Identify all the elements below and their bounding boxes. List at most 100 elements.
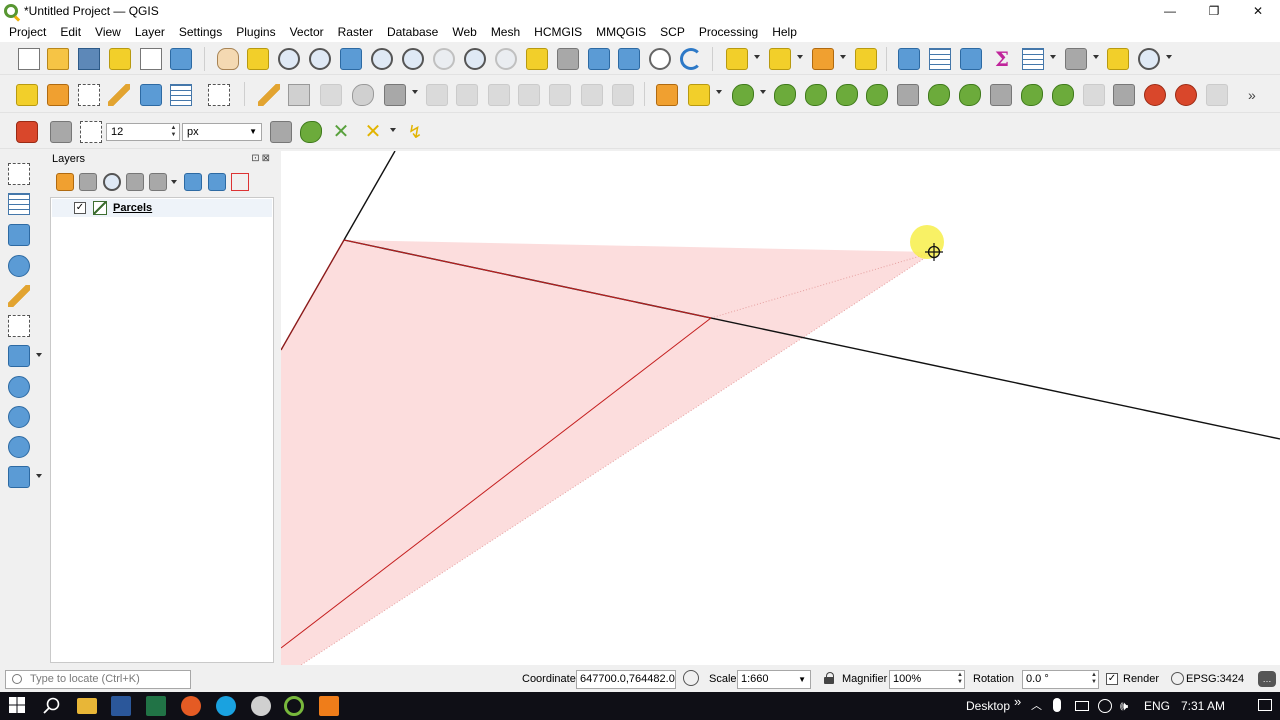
messages-icon[interactable]: … [1258, 671, 1276, 687]
search-icon[interactable] [42, 696, 62, 716]
zoom-full-icon[interactable] [340, 48, 362, 70]
new-geopackage-layer-icon[interactable] [170, 84, 192, 106]
lock-scale-icon[interactable] [824, 672, 834, 685]
add-vector-layer-icon[interactable] [8, 163, 30, 185]
attribute-table-icon[interactable] [929, 48, 951, 70]
chevron-down-icon[interactable] [390, 128, 396, 132]
chevron-down-icon[interactable] [171, 180, 177, 184]
select-by-value-icon[interactable] [769, 48, 791, 70]
new-spatialite-layer-icon[interactable] [108, 84, 130, 106]
new-vector-layer-icon[interactable] [78, 84, 100, 106]
redo-icon[interactable] [612, 84, 634, 106]
app-icon[interactable] [251, 696, 271, 716]
magnet-snapping-icon[interactable] [16, 121, 38, 143]
zoom-last-icon[interactable] [464, 48, 486, 70]
copy-features-icon[interactable] [518, 84, 540, 106]
digitize-new-layer-icon[interactable] [208, 84, 230, 106]
battery-icon[interactable] [1075, 701, 1089, 711]
chevron-up-icon[interactable]: ︿ [1031, 692, 1042, 720]
remove-layer-icon[interactable] [231, 173, 249, 191]
layer-row-parcels[interactable]: ✓ Parcels [52, 199, 272, 217]
menu-view[interactable]: View [88, 23, 128, 41]
add-ring-icon[interactable] [836, 84, 858, 106]
locator-icon[interactable] [1138, 48, 1160, 70]
merge-features-icon[interactable] [1113, 84, 1135, 106]
enable-tracing-icon[interactable]: ✕ [362, 121, 384, 143]
snapping-units-select[interactable]: px ▼ [182, 123, 262, 141]
chevron-down-icon[interactable] [716, 90, 722, 94]
scale-combobox[interactable]: 1:660 ▼ [737, 670, 811, 689]
zoom-to-selection-icon[interactable] [371, 48, 393, 70]
new-bookmark-icon[interactable] [588, 48, 610, 70]
toggle-extents-icon[interactable] [683, 670, 699, 686]
merge-attributes-icon[interactable] [1144, 84, 1166, 106]
language-indicator[interactable]: ENG [1144, 692, 1170, 720]
select-features-icon[interactable] [726, 48, 748, 70]
split-parts-icon[interactable] [1083, 84, 1105, 106]
toolbar-overflow-icon[interactable]: » [1248, 84, 1270, 106]
open-layer-styling-icon[interactable] [56, 173, 74, 191]
spin-arrows-icon[interactable]: ▲ ▼ [169, 125, 178, 139]
open-field-calculator-icon[interactable] [1022, 48, 1044, 70]
add-wms-layer-icon[interactable] [8, 376, 30, 398]
delete-selected-icon[interactable] [456, 84, 478, 106]
windows-start-icon[interactable] [8, 696, 28, 716]
open-project-icon[interactable] [47, 48, 69, 70]
style-manager-icon[interactable] [170, 48, 192, 70]
toggle-editing-icon[interactable] [288, 84, 310, 106]
excel-icon[interactable] [146, 696, 166, 716]
filter-legend-icon[interactable] [126, 173, 144, 191]
current-edits-icon[interactable] [258, 84, 280, 106]
chevron-down-icon[interactable] [412, 90, 418, 94]
minimize-button[interactable]: — [1148, 0, 1192, 22]
notifications-icon[interactable] [1258, 699, 1272, 711]
qgis-taskbar-icon[interactable] [284, 696, 304, 716]
shape-digitizing-icon[interactable] [688, 84, 710, 106]
menu-vector[interactable]: Vector [283, 23, 331, 41]
microphone-icon[interactable] [1053, 698, 1061, 712]
add-circle-icon[interactable] [732, 84, 754, 106]
new-3d-map-view-icon[interactable] [557, 48, 579, 70]
menu-settings[interactable]: Settings [172, 23, 229, 41]
menu-processing[interactable]: Processing [692, 23, 765, 41]
chevron-down-icon[interactable] [840, 55, 846, 59]
zoom-in-icon[interactable] [278, 48, 300, 70]
render-checkbox[interactable]: ✓ [1106, 673, 1118, 685]
chevron-down-icon[interactable] [1166, 55, 1172, 59]
add-virtual-layer-icon[interactable] [8, 315, 30, 337]
file-explorer-icon[interactable] [77, 698, 97, 714]
volume-icon[interactable]: 🕪 [1120, 692, 1128, 720]
chevron-down-icon[interactable] [754, 55, 760, 59]
vertex-tool-icon[interactable] [426, 84, 448, 106]
crs-button[interactable]: EPSG:3424 [1186, 673, 1244, 685]
clock-time[interactable]: 7:31 AM [1181, 692, 1225, 720]
edge-icon[interactable] [216, 696, 236, 716]
zoom-to-layer-icon[interactable] [402, 48, 424, 70]
menu-web[interactable]: Web [445, 23, 483, 41]
coordinate-field[interactable]: 647700.0,764482.0 [576, 670, 676, 689]
add-mesh-layer-icon[interactable] [8, 224, 30, 246]
split-features-icon[interactable] [1052, 84, 1074, 106]
menu-raster[interactable]: Raster [331, 23, 380, 41]
add-polygon-feature-icon[interactable] [352, 84, 374, 106]
digitize-with-segment-icon[interactable] [384, 84, 406, 106]
spin-arrows-icon[interactable]: ▲ ▼ [1091, 672, 1097, 686]
rotate-feature-icon[interactable] [774, 84, 796, 106]
avoid-overlap-icon[interactable] [300, 121, 322, 143]
add-group-icon[interactable] [79, 173, 97, 191]
chevron-right-icon[interactable]: » [1014, 688, 1021, 716]
menu-scp[interactable]: SCP [653, 23, 692, 41]
restore-button[interactable]: ❐ [1192, 0, 1236, 22]
snapping-layers-icon[interactable] [50, 121, 72, 143]
network-globe-icon[interactable] [1098, 699, 1112, 713]
chevron-down-icon[interactable] [797, 55, 803, 59]
recorder-icon[interactable] [319, 696, 339, 716]
select-location-icon[interactable] [855, 48, 877, 70]
layer-visibility-checkbox[interactable]: ✓ [74, 202, 86, 214]
snapping-type-icon[interactable] [80, 121, 102, 143]
add-wfs-layer-icon[interactable] [8, 406, 30, 428]
magnifier-spinbox[interactable]: 100% ▲ ▼ [889, 670, 965, 689]
delete-part-icon[interactable] [959, 84, 981, 106]
menu-mesh[interactable]: Mesh [484, 23, 527, 41]
offset-point-symbols-icon[interactable] [1206, 84, 1228, 106]
